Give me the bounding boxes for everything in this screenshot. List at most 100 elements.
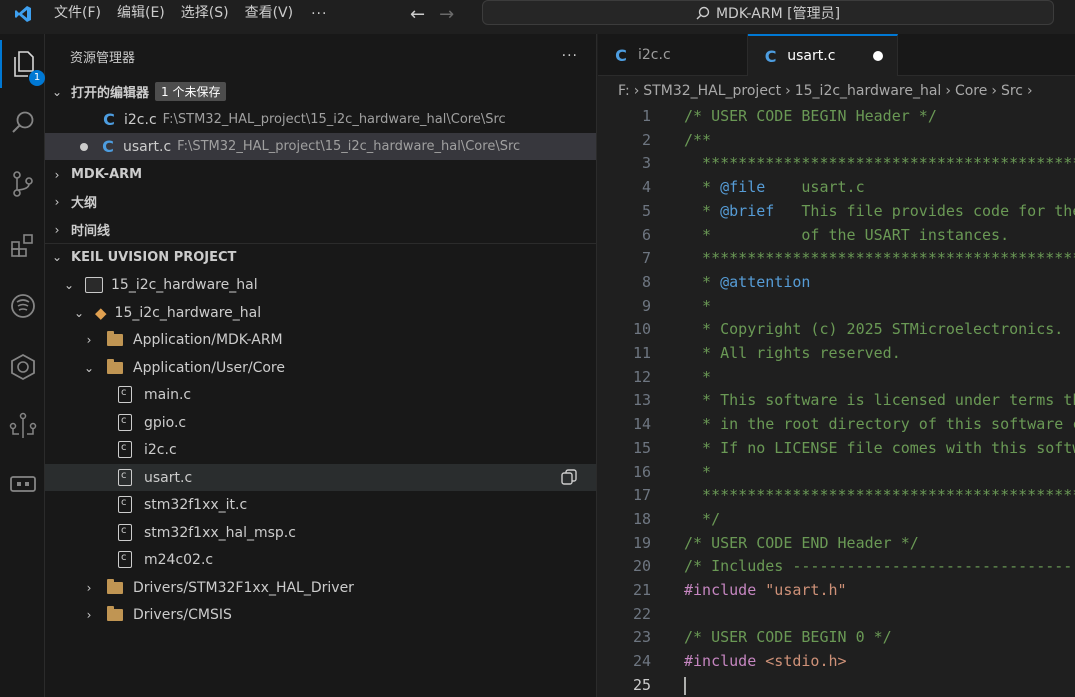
breadcrumb-item[interactable]: 15_i2c_hardware_hal — [795, 83, 942, 99]
code-line: 16 * — [598, 461, 1075, 484]
c-source-file-icon — [118, 524, 132, 541]
section-keil-project[interactable]: ⌄ KEIL UVISION PROJECT — [45, 243, 596, 270]
section-timeline[interactable]: › 时间线 — [45, 216, 596, 243]
unsaved-dot-icon[interactable] — [873, 51, 883, 61]
explorer-icon[interactable]: 1 — [0, 40, 45, 88]
open-editor-item[interactable]: C i2c.c F:\STM32_HAL_project\15_i2c_hard… — [45, 106, 596, 133]
explorer-sidebar: 资源管理器 ··· ⌄ 打开的编辑器 1 个未保存 C i2c.c F:\STM… — [45, 34, 597, 697]
tree-file[interactable]: stm32f1xx_hal_msp.c — [45, 519, 596, 546]
keil-extension-icon[interactable] — [0, 343, 45, 391]
chevron-right-icon: › — [633, 83, 640, 99]
chevron-right-icon: › — [54, 194, 60, 209]
line-number: 24 — [632, 652, 651, 671]
line-prefix: * — [684, 272, 721, 291]
line-number: 23 — [632, 628, 651, 647]
section-mdk-arm[interactable]: › MDK-ARM — [45, 161, 596, 188]
serial-monitor-icon[interactable] — [0, 460, 45, 508]
line-text: ****************************************… — [702, 249, 1075, 268]
code-line: 9 * — [598, 295, 1075, 318]
doc-value: usart.c — [765, 178, 865, 197]
copy-icon[interactable] — [561, 469, 577, 489]
tree-file-selected[interactable]: usart.c — [45, 464, 596, 491]
tree-group-mdk-arm[interactable]: › Application/MDK-ARM — [45, 326, 596, 353]
chevron-right-icon: › — [86, 332, 92, 347]
line-number: 12 — [632, 367, 651, 386]
line-text: * @brief This file provides code for the… — [684, 200, 1075, 223]
title-bar: 文件(F) 编辑(E) 选择(S) 查看(V) ··· ← → MDK-ARM … — [0, 0, 1075, 28]
line-number: 7 — [641, 249, 651, 268]
command-center[interactable]: MDK-ARM [管理员] — [482, 0, 1054, 25]
menu-more-button[interactable]: ··· — [301, 6, 337, 22]
c-file-icon: C — [102, 137, 114, 156]
tree-label: Drivers/STM32F1xx_HAL_Driver — [133, 579, 354, 596]
tab-i2c[interactable]: C i2c.c — [598, 34, 748, 76]
device-tree-icon[interactable] — [0, 402, 45, 450]
tree-project[interactable]: ⌄ 15_i2c_hardware_hal — [45, 271, 596, 298]
tree-file[interactable]: m24c02.c — [45, 546, 596, 573]
line-text: #include <stdio.h> — [684, 650, 847, 673]
open-editor-path: F:\STM32_HAL_project\15_i2c_hardware_hal… — [162, 112, 506, 127]
tree-target[interactable]: ⌄ ◆ 15_i2c_hardware_hal — [45, 299, 596, 326]
line-text: /* USER CODE BEGIN Header */ — [684, 107, 937, 125]
line-number: 25 — [632, 675, 651, 694]
tree-file[interactable]: main.c — [45, 381, 596, 408]
preprocessor-keyword: #include — [684, 652, 757, 671]
line-text: * — [684, 296, 712, 315]
line-text: * — [684, 367, 712, 386]
line-number: 13 — [632, 391, 651, 410]
tree-label: Application/User/Core — [133, 359, 285, 376]
tree-group-hal-driver[interactable]: › Drivers/STM32F1xx_HAL_Driver — [45, 574, 596, 601]
code-line: 12 * — [598, 366, 1075, 389]
line-number: 5 — [641, 201, 651, 220]
menu-selection[interactable]: 选择(S) — [173, 0, 237, 28]
unsaved-dot-icon[interactable] — [80, 142, 88, 151]
line-text: * This software is licensed under terms … — [702, 391, 1075, 410]
code-line: 2 /** — [598, 129, 1075, 152]
section-outline[interactable]: › 大纲 — [45, 188, 596, 215]
tree-group-user-core[interactable]: ⌄ Application/User/Core — [45, 354, 596, 381]
breadcrumb-item[interactable]: STM32_HAL_project — [643, 83, 781, 99]
tree-group-cmsis[interactable]: › Drivers/CMSIS — [45, 601, 596, 628]
code-line-current: 25 — [598, 674, 1075, 697]
tree-file[interactable]: stm32f1xx_it.c — [45, 491, 596, 518]
tab-usart[interactable]: C usart.c — [748, 34, 898, 76]
unsaved-badge: 1 个未保存 — [155, 82, 227, 101]
line-text: * Copyright (c) 2025 STMicroelectronics. — [684, 320, 1064, 339]
doc-tag: @file — [720, 178, 766, 197]
include-path: <stdio.h> — [756, 652, 847, 671]
line-number: 1 — [641, 107, 651, 125]
extensions-icon[interactable] — [0, 221, 45, 269]
vscode-logo-icon — [0, 0, 46, 28]
breadcrumb-item[interactable]: F: — [618, 83, 630, 99]
breadcrumb-item[interactable]: Core — [955, 83, 987, 99]
tree-label: m24c02.c — [144, 551, 214, 568]
open-editor-item-active[interactable]: C usart.c F:\STM32_HAL_project\15_i2c_ha… — [45, 133, 596, 160]
search-icon[interactable] — [0, 99, 45, 147]
code-line: 21 #include "usart.h" — [598, 579, 1075, 602]
section-open-editors[interactable]: ⌄ 打开的编辑器 1 个未保存 — [45, 78, 596, 105]
line-number: 14 — [632, 415, 651, 434]
sidebar-more-button[interactable]: ··· — [562, 48, 578, 64]
remote-wifi-icon[interactable] — [0, 282, 45, 330]
tree-file[interactable]: gpio.c — [45, 409, 596, 436]
folder-icon — [107, 330, 123, 346]
breadcrumb: F: › STM32_HAL_project › 15_i2c_hardware… — [598, 77, 1075, 105]
line-number: 3 — [641, 154, 651, 173]
code-editor[interactable]: 1/* USER CODE BEGIN Header */ 2/** 3 ***… — [598, 105, 1075, 697]
menu-view[interactable]: 查看(V) — [237, 0, 302, 28]
forward-arrow-icon[interactable]: → — [439, 4, 454, 25]
menu-file[interactable]: 文件(F) — [46, 0, 109, 28]
doc-tag: @attention — [720, 272, 811, 291]
tree-label: Application/MDK-ARM — [133, 331, 283, 348]
breadcrumb-item[interactable]: Src — [1001, 83, 1023, 99]
tree-file[interactable]: i2c.c — [45, 436, 596, 463]
source-control-icon[interactable] — [0, 160, 45, 208]
code-line: 3 **************************************… — [598, 152, 1075, 175]
menu-edit[interactable]: 编辑(E) — [109, 0, 173, 28]
chevron-right-icon: › — [945, 83, 951, 99]
chevron-right-icon: › — [1027, 83, 1033, 99]
c-source-file-icon — [118, 469, 132, 486]
back-arrow-icon[interactable]: ← — [410, 4, 425, 25]
c-file-icon: C — [615, 45, 627, 65]
line-number: 9 — [641, 296, 651, 315]
